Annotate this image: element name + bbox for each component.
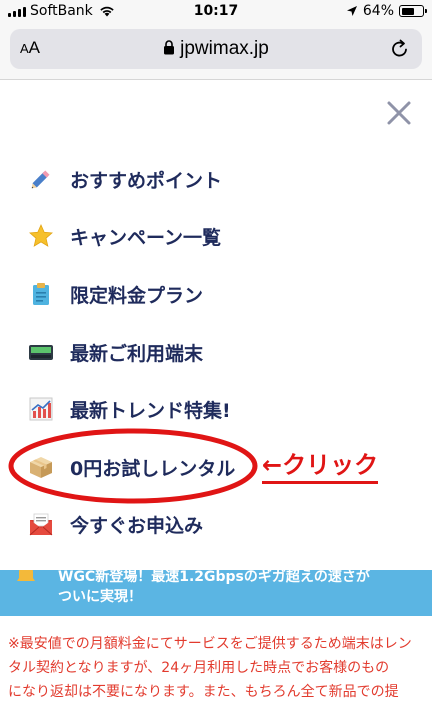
close-icon[interactable] (384, 98, 414, 128)
battery-icon (399, 5, 427, 17)
banner-text-line2: ついに実現！ (58, 589, 142, 605)
menu-item-trend-feature[interactable]: 最新トレンド特集! (28, 392, 231, 426)
url-field[interactable]: AA jpwimax.jp (10, 29, 422, 69)
chart-icon (29, 397, 53, 421)
pencil-icon (31, 170, 50, 189)
rental-notice: ※最安値での月額料金にてサービスをご提供するため端末はレン タル契約となりますが… (8, 632, 428, 704)
star-icon (29, 224, 53, 247)
menu-item-latest-devices[interactable]: 最新ご利用端末 (28, 335, 203, 369)
notice-line: になり返却は不要になります。また、もちろん全て新品での提 (8, 684, 399, 700)
menu-item-recommend-points[interactable]: おすすめポイント (28, 162, 222, 196)
menu-item-limited-plan[interactable]: 限定料金プラン (28, 277, 203, 311)
nav-menu-panel: おすすめポイント キャンペーン一覧 限定料金プラン 最新ご利用端末 最新トレンド… (0, 80, 432, 570)
browser-address-bar: AA jpwimax.jp (0, 24, 432, 80)
device-icon (29, 345, 53, 360)
location-arrow-icon (346, 6, 357, 16)
menu-item-label: 最新トレンド特集! (70, 399, 231, 422)
envelope-icon (29, 513, 53, 536)
menu-item-label: 今すぐお申込み (70, 514, 204, 537)
menu-item-label: キャンペーン一覧 (70, 226, 222, 249)
banner-text-line1: WGC新登場！最速1.2Gbpsのギガ超えの速さが (58, 570, 370, 585)
lock-icon (164, 40, 175, 55)
menu-item-label: 最新ご利用端末 (70, 342, 204, 365)
menu-item-label: おすすめポイント (70, 169, 223, 192)
highlight-ellipse (8, 428, 258, 504)
menu-item-campaign-list[interactable]: キャンペーン一覧 (28, 219, 221, 253)
clipboard-icon (33, 283, 49, 305)
promo-banner: WGC新登場！最速1.2Gbpsのギガ超えの速さが ついに実現！ (0, 570, 432, 616)
status-right: 64% (346, 3, 427, 19)
url-display[interactable]: jpwimax.jp (10, 38, 422, 60)
url-text: jpwimax.jp (180, 38, 269, 59)
status-bar: SoftBank 10:17 64% (0, 0, 432, 24)
notice-line: ※最安値での月額料金にてサービスをご提供するため端末はレン (8, 636, 412, 652)
reload-icon[interactable] (390, 39, 410, 59)
click-annotation: ←クリック (262, 450, 379, 484)
notice-line: タル契約となりますが、24ヶ月利用した時点でお客様のもの (8, 660, 390, 676)
battery-percent: 64% (362, 3, 394, 19)
bell-icon (17, 570, 35, 581)
menu-item-apply-now[interactable]: 今すぐお申込み (28, 507, 203, 541)
menu-item-label: 限定料金プラン (70, 284, 204, 307)
